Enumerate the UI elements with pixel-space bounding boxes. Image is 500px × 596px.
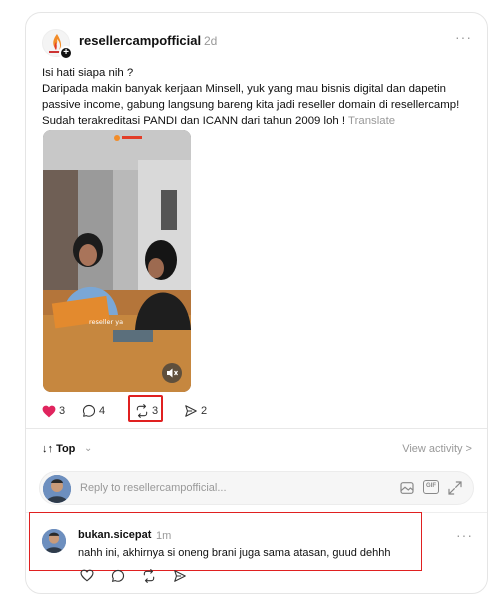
- heart-filled-icon: [42, 405, 56, 417]
- repost-count: 3: [152, 405, 159, 417]
- like-button[interactable]: 3: [42, 399, 65, 423]
- video-caption: reseller ya: [89, 318, 124, 326]
- comment-icon[interactable]: [111, 569, 125, 583]
- muted-speaker-icon: [167, 368, 178, 378]
- gif-icon[interactable]: GIF: [423, 480, 439, 494]
- reply-tools: GIF: [399, 480, 463, 496]
- comment-icon: [82, 404, 96, 417]
- comment-item: bukan.sicepat 1m nahh ini, akhirnya si o…: [29, 512, 422, 571]
- comment-button[interactable]: 4: [82, 399, 105, 423]
- avatar: [43, 475, 71, 503]
- post-card: + resellercampofficial 2d ··· Isi hati s…: [25, 12, 488, 594]
- comment-text: nahh ini, akhirnya si oneng brani juga s…: [78, 547, 391, 559]
- repost-button[interactable]: 3: [135, 399, 158, 423]
- image-icon[interactable]: [399, 480, 415, 496]
- comment-actions: [80, 569, 187, 583]
- like-count: 3: [59, 405, 66, 417]
- heart-icon[interactable]: [80, 569, 94, 582]
- divider: [26, 428, 487, 429]
- comment-username[interactable]: bukan.sicepat: [78, 529, 151, 541]
- post-text: Isi hati siapa nih ? Daripada makin bany…: [42, 65, 474, 129]
- mute-button[interactable]: [162, 363, 182, 383]
- post-time: 2d: [204, 34, 218, 48]
- view-activity-link[interactable]: View activity >: [402, 443, 472, 455]
- avatar[interactable]: [42, 529, 66, 553]
- post-username[interactable]: resellercampofficial: [79, 33, 201, 48]
- repost-icon: [136, 404, 148, 418]
- post-text-body: Daripada makin banyak kerjaan Minsell, y…: [42, 83, 460, 127]
- comment-time: 1m: [156, 530, 172, 542]
- video-thumbnail: [43, 130, 191, 392]
- comment-count: 4: [99, 405, 106, 417]
- chevron-down-icon[interactable]: ⌄: [84, 443, 92, 454]
- reply-input[interactable]: Reply to resellercampofficial... GIF: [39, 471, 474, 505]
- sort-label: Top: [56, 443, 76, 455]
- repost-icon[interactable]: [142, 569, 156, 583]
- translate-link[interactable]: Translate: [348, 115, 395, 127]
- share-count: 2: [201, 405, 208, 417]
- send-icon: [185, 405, 197, 417]
- more-options-icon[interactable]: ···: [455, 29, 472, 45]
- post-header: + resellercampofficial 2d ···: [42, 29, 472, 60]
- sort-arrows-icon: ↓↑: [42, 443, 53, 455]
- send-icon[interactable]: [173, 569, 187, 583]
- post-video[interactable]: reseller ya: [43, 130, 191, 392]
- post-text-line1: Isi hati siapa nih ?: [42, 67, 134, 79]
- expand-icon[interactable]: [447, 480, 463, 496]
- sort-dropdown[interactable]: ↓↑ Top: [42, 443, 75, 455]
- share-button[interactable]: 2: [184, 399, 207, 423]
- comment-more-icon[interactable]: ···: [456, 527, 473, 543]
- follow-plus-icon[interactable]: +: [59, 46, 73, 60]
- sort-row: ↓↑ Top ⌄ View activity >: [42, 441, 472, 459]
- post-actions: 3 4 3 2: [42, 395, 342, 423]
- reply-placeholder: Reply to resellercampofficial...: [80, 482, 227, 494]
